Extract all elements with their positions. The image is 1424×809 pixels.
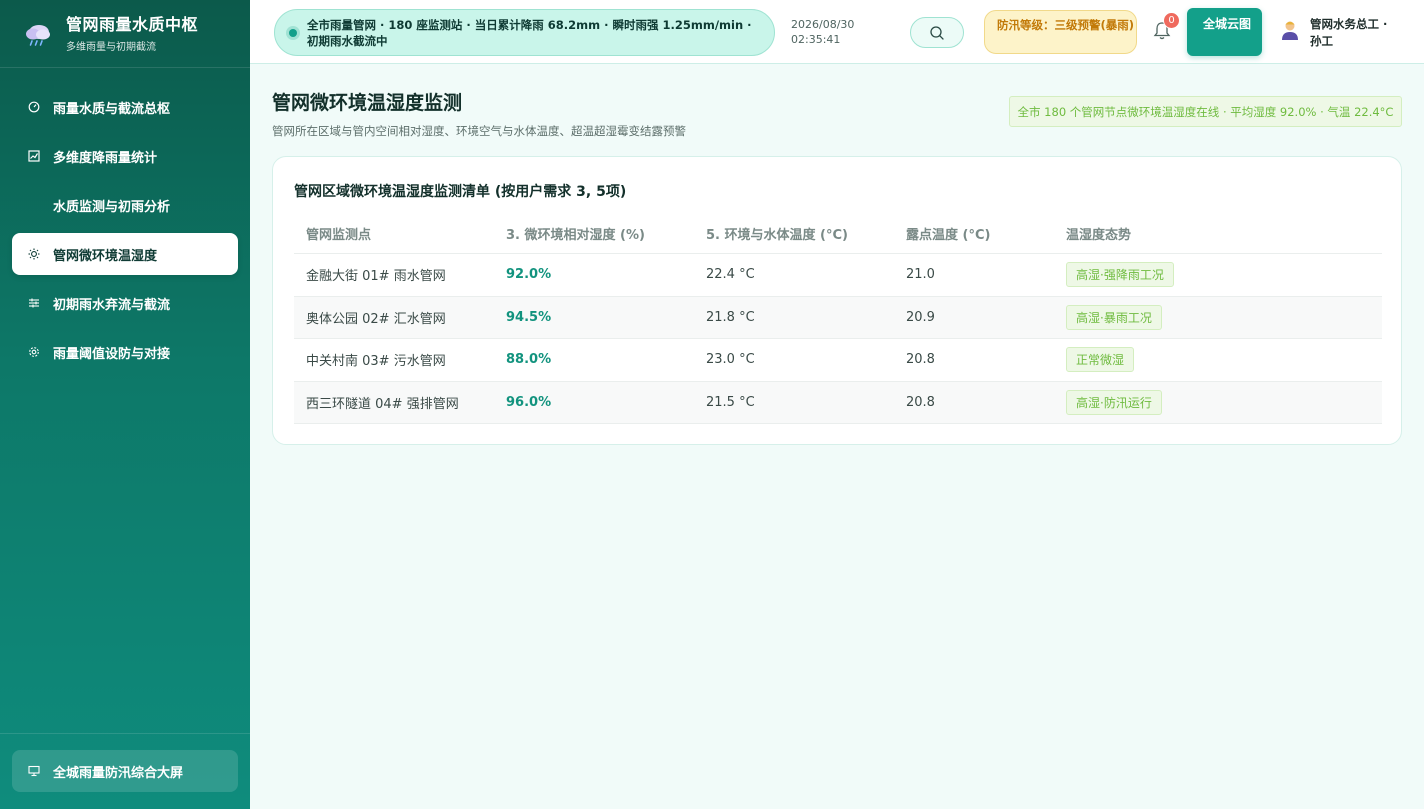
sidebar-item-threshold[interactable]: 雨量阈值设防与对接 (12, 331, 238, 373)
clock: 2026/08/30 02:35:41 (791, 17, 854, 47)
table-row[interactable]: 中关村南 03# 污水管网 88.0% 23.0 °C 20.8 正常微湿 (294, 339, 1382, 382)
dew-point-cell: 20.8 (906, 395, 935, 411)
sidebar-item-rainfall-stats[interactable]: 多维度降雨量统计 (12, 135, 238, 177)
column-header: 温湿度态势 (1066, 228, 1132, 243)
sidebar-item-first-flush[interactable]: 初期雨水弃流与截流 (12, 282, 238, 324)
sliders-icon (28, 297, 40, 309)
status-badge: 高湿·防汛运行 (1066, 390, 1162, 416)
clock-time: 02:35:41 (791, 33, 841, 46)
point-cell: 西三环隧道 04# 强排管网 (306, 397, 459, 413)
monitoring-card: 管网区域微环境温湿度监测清单 (按用户需求 3, 5项) 管网监测点 3. 微环… (272, 156, 1402, 445)
live-dot-icon (289, 28, 297, 37)
sun-icon (28, 248, 40, 260)
sidebar-item-overview[interactable]: 雨量水质与截流总枢 (12, 86, 238, 128)
gauge-icon (28, 101, 40, 113)
sidebar-item-micro-environment[interactable]: 管网微环境温湿度 (12, 233, 238, 275)
summary-chip: 全市 180 个管网节点微环境温湿度在线 · 平均湿度 92.0% · 气温 2… (1009, 96, 1402, 127)
sidebar-nav: 雨量水质与截流总枢 多维度降雨量统计 水质监测与初雨分析 管网微环境温湿度 初期… (0, 68, 250, 373)
humidity-cell: 94.5% (506, 309, 552, 325)
gear-icon (28, 346, 40, 358)
humidity-cell: 92.0% (506, 267, 552, 283)
status-badge: 高湿·强降雨工况 (1066, 262, 1174, 288)
temperature-cell: 21.5 °C (706, 395, 755, 411)
user-name: 管网水务总工 · 孙工 (1310, 17, 1388, 48)
flood-alert-badge: 防汛等级：三级预警(暴雨) (984, 10, 1137, 54)
column-header: 管网监测点 (306, 228, 372, 243)
point-cell: 奥体公园 02# 汇水管网 (306, 311, 446, 327)
page-subtitle: 管网所在区域与管内空间相对湿度、环境空气与水体温度、超温超湿霉变结露预警 (272, 124, 686, 138)
clock-date: 2026/08/30 (791, 18, 855, 31)
brand: 管网雨量水质中枢 多维雨量与初期截流 (0, 0, 250, 68)
brand-subtitle: 多维雨量与初期截流 (66, 41, 156, 53)
table-row[interactable]: 奥体公园 02# 汇水管网 94.5% 21.8 °C 20.9 高湿·暴雨工况 (294, 296, 1382, 340)
sidebar-item-label: 管网微环境温湿度 (53, 248, 158, 264)
sidebar-item-label: 初期雨水弃流与截流 (53, 297, 171, 313)
page-title: 管网微环境温湿度监测 (272, 92, 463, 114)
ticker-text: 全市雨量管网 · 180 座监测站 · 当日累计降雨 68.2mm · 瞬时雨强… (307, 17, 752, 48)
monitoring-table: 管网监测点 3. 微环境相对湿度 (%) 5. 环境与水体温度 (°C) 露点温… (294, 214, 1382, 425)
sidebar-footer: 全城雨量防汛综合大屏 (0, 733, 250, 809)
user-menu[interactable]: 管网水务总工 · 孙工 (1280, 16, 1400, 50)
dew-point-cell: 20.9 (906, 309, 935, 325)
monitor-icon (28, 765, 40, 777)
top-header: 全市雨量管网 · 180 座监测站 · 当日累计降雨 68.2mm · 瞬时雨强… (250, 0, 1424, 64)
avatar (1282, 21, 1298, 40)
temperature-cell: 22.4 °C (706, 267, 755, 283)
dashboard-screen-button[interactable]: 全城雨量防汛综合大屏 (12, 750, 238, 792)
temperature-cell: 23.0 °C (706, 352, 755, 368)
table-header-row: 管网监测点 3. 微环境相对湿度 (%) 5. 环境与水体温度 (°C) 露点温… (294, 214, 1382, 254)
column-header: 3. 微环境相对湿度 (%) (506, 228, 645, 243)
status-ticker: 全市雨量管网 · 180 座监测站 · 当日累计降雨 68.2mm · 瞬时雨强… (274, 9, 775, 56)
notification-count: 0 (1163, 12, 1180, 29)
table-row[interactable]: 金融大街 01# 雨水管网 92.0% 22.4 °C 21.0 高湿·强降雨工… (294, 254, 1382, 297)
sidebar-item-water-quality[interactable]: 水质监测与初雨分析 (12, 184, 238, 226)
search-button[interactable] (910, 17, 964, 48)
humidity-cell: 96.0% (506, 395, 552, 411)
dashboard-screen-label: 全城雨量防汛综合大屏 (53, 765, 184, 781)
search-icon (930, 25, 944, 40)
dew-point-cell: 20.8 (906, 352, 935, 368)
sidebar-item-label: 雨量阈值设防与对接 (53, 346, 171, 362)
sidebar-item-label: 水质监测与初雨分析 (53, 199, 171, 215)
table-row[interactable]: 西三环隧道 04# 强排管网 96.0% 21.5 °C 20.8 高湿·防汛运… (294, 381, 1382, 425)
column-header: 露点温度 (°C) (906, 228, 991, 243)
status-badge: 高湿·暴雨工况 (1066, 304, 1162, 330)
dew-point-cell: 21.0 (906, 267, 935, 283)
status-badge: 正常微湿 (1066, 347, 1135, 373)
sidebar-item-label: 雨量水质与截流总枢 (53, 101, 171, 117)
city-cloud-button[interactable]: 全城云图 (1187, 8, 1262, 56)
card-title: 管网区域微环境温湿度监测清单 (按用户需求 3, 5项) (294, 184, 627, 200)
column-header: 5. 环境与水体温度 (°C) (706, 228, 848, 243)
page-heading: 管网微环境温湿度监测 管网所在区域与管内空间相对湿度、环境空气与水体温度、超温超… (272, 88, 686, 139)
rain-cloud-icon (26, 24, 50, 46)
point-cell: 金融大街 01# 雨水管网 (306, 269, 446, 285)
chart-icon (28, 150, 40, 162)
humidity-cell: 88.0% (506, 352, 552, 368)
temperature-cell: 21.8 °C (706, 309, 755, 325)
point-cell: 中关村南 03# 污水管网 (306, 354, 446, 370)
sidebar-item-label: 多维度降雨量统计 (53, 150, 158, 166)
brand-title: 管网雨量水质中枢 (66, 14, 199, 34)
sidebar: 管网雨量水质中枢 多维雨量与初期截流 雨量水质与截流总枢 多维度降雨量统计 水质… (0, 0, 250, 809)
